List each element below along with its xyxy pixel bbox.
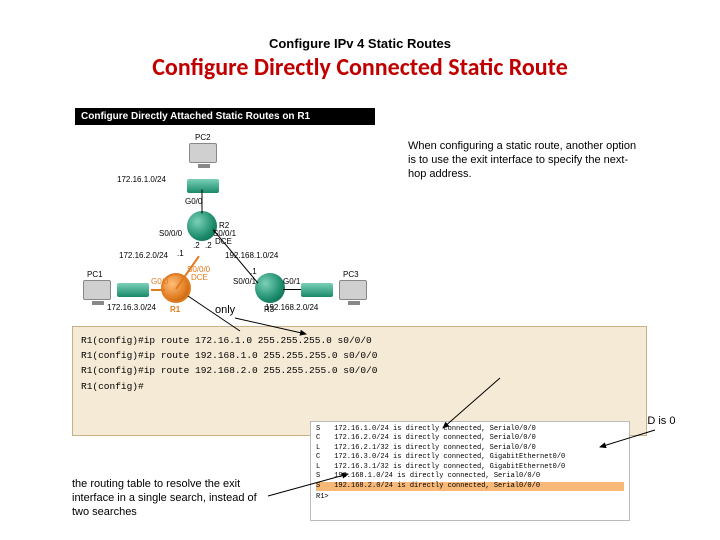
panel-title: Configure Directly Attached Static Route… — [75, 108, 375, 125]
iface-label: S0/0/1 — [233, 277, 256, 286]
link-line — [283, 289, 301, 290]
topology-panel: Configure Directly Attached Static Route… — [75, 108, 375, 325]
iface-label: G0/0 — [151, 277, 168, 286]
table-row: S172.16.1.0/24 is directly connected, Se… — [316, 425, 624, 434]
page-title: Configure Directly Connected Static Rout… — [0, 53, 720, 82]
pc-icon — [189, 143, 217, 163]
iface-label: DCE — [191, 273, 208, 282]
table-row: C172.16.2.0/24 is directly connected, Se… — [316, 434, 624, 443]
dot-label: .2 — [205, 241, 212, 250]
iface-label: S0/0/0 — [159, 229, 182, 238]
pc-icon — [339, 280, 367, 300]
pc2-label: PC2 — [195, 133, 211, 142]
paragraph-intro: When configuring a static route, another… — [408, 140, 638, 181]
section-subtitle: Configure IPv 4 Static Routes — [0, 0, 720, 51]
subnet-label: 172.16.3.0/24 — [107, 303, 156, 312]
switch-icon — [187, 179, 219, 193]
iface-label: G0/0 — [185, 197, 202, 206]
subnet-label: 192.168.2.0/24 — [265, 303, 318, 312]
iface-label: DCE — [215, 237, 232, 246]
cli-line: R1(config)# — [81, 379, 638, 394]
pc3-label: PC3 — [343, 270, 359, 279]
cli-output: R1(config)#ip route 172.16.1.0 255.255.2… — [72, 326, 647, 436]
switch-icon — [117, 283, 149, 297]
pc1-label: PC1 — [87, 270, 103, 279]
network-diagram: PC1 PC2 PC3 R1 R2 R3 172.16.3.0/24 172.1… — [75, 125, 375, 325]
cli-line: R1(config)#ip route 192.168.1.0 255.255.… — [81, 348, 638, 363]
table-row: L172.16.2.1/32 is directly connected, Se… — [316, 444, 624, 453]
subnet-label: 172.16.2.0/24 — [119, 251, 168, 260]
dot-label: .2 — [193, 241, 200, 250]
table-row-highlighted: S192.168.2.0/24 is directly connected, S… — [316, 482, 624, 491]
switch-icon — [301, 283, 333, 297]
only-annotation: only — [215, 304, 235, 316]
table-prompt: R1> — [316, 493, 624, 502]
iface-label: G0/1 — [283, 277, 300, 286]
subnet-label: 172.16.1.0/24 — [117, 175, 166, 184]
dot-label: .1 — [177, 249, 184, 258]
table-row: S192.168.1.0/24 is directly connected, S… — [316, 472, 624, 481]
table-row: C172.16.3.0/24 is directly connected, Gi… — [316, 453, 624, 462]
cli-line: R1(config)#ip route 192.168.2.0 255.255.… — [81, 363, 638, 378]
r1-label: R1 — [170, 305, 180, 314]
table-row: L172.16.3.1/32 is directly connected, Gi… — [316, 463, 624, 472]
pc-icon — [83, 280, 111, 300]
routing-table: S172.16.1.0/24 is directly connected, Se… — [310, 421, 630, 521]
paragraph-resolve: the routing table to resolve the exit in… — [72, 478, 265, 519]
dot-label: .1 — [250, 267, 257, 276]
router-r3-icon — [255, 273, 285, 303]
subnet-label: 192.168.1.0/24 — [225, 251, 278, 260]
link-line — [151, 289, 165, 291]
cli-line: R1(config)#ip route 172.16.1.0 255.255.2… — [81, 333, 638, 348]
